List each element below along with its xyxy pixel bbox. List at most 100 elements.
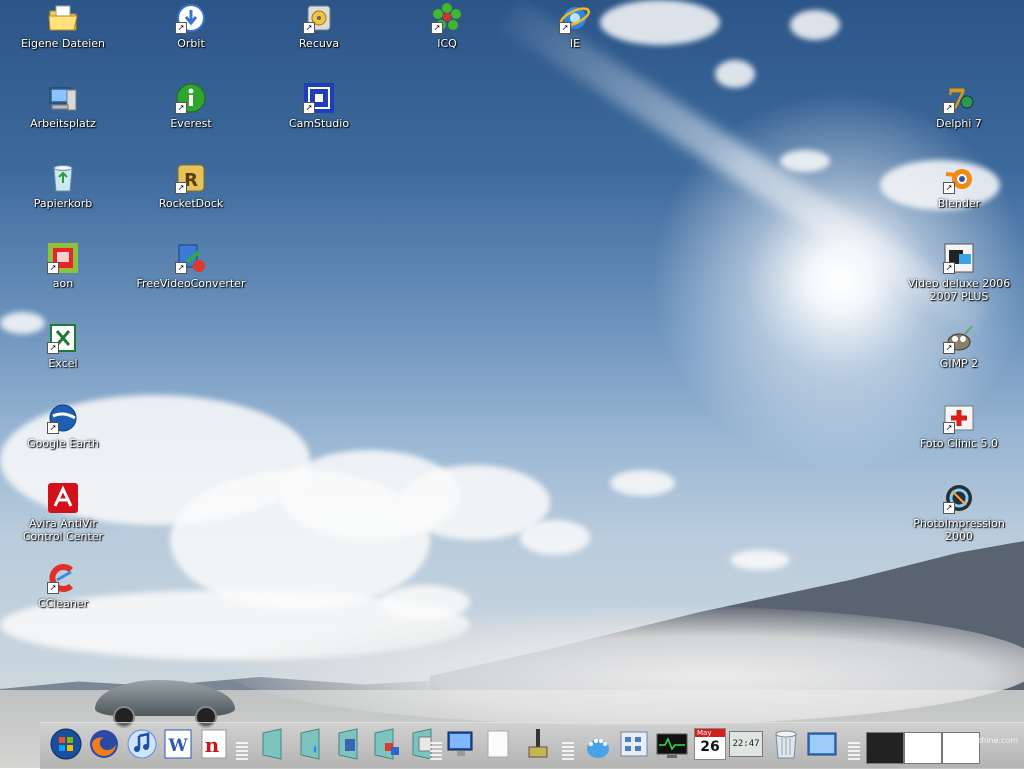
- tool-icon: [528, 729, 548, 758]
- notes-icon: n: [201, 729, 227, 759]
- desktop-icon-rocketdock[interactable]: R ↗ RocketDock: [136, 162, 246, 210]
- cloud: [610, 470, 675, 496]
- shortcut-arrow-icon: ↗: [47, 342, 59, 354]
- dock-itunes[interactable]: [124, 726, 160, 762]
- desktop-icon-camstudio[interactable]: ↗ CamStudio: [264, 82, 374, 130]
- desktop-icon-avira[interactable]: Avira AntiVir Control Center: [8, 482, 118, 543]
- desktop-icon-arbeitsplatz[interactable]: Arbeitsplatz: [8, 82, 118, 130]
- desktop-icon-ccleaner[interactable]: ↗ CCleaner: [8, 562, 118, 610]
- svg-text:W: W: [167, 736, 188, 756]
- desktop-icon-papierkorb[interactable]: Papierkorb: [8, 162, 118, 210]
- firefox-icon: [90, 730, 118, 758]
- desktop-icon-aon[interactable]: ↗ aon: [8, 242, 118, 290]
- recuva-icon: ↗: [303, 2, 335, 34]
- desktop-icon-orbit[interactable]: ↗ Orbit: [136, 2, 246, 50]
- desktop-icon-video-deluxe[interactable]: ↗ Video deluxe 2006 2007 PLUS: [904, 242, 1014, 303]
- google-earth-icon: ↗: [47, 402, 79, 434]
- itunes-icon: [127, 729, 157, 759]
- desktop-icon-foto-clinic[interactable]: ↗ Foto Clinic 5.0: [904, 402, 1014, 450]
- dock-blank-document[interactable]: [480, 726, 516, 762]
- everest-info-icon: ↗: [175, 82, 207, 114]
- dock-task-monitor[interactable]: [654, 726, 690, 762]
- shortcut-arrow-icon: ↗: [303, 102, 315, 114]
- avira-umbrella-icon: [47, 482, 79, 514]
- document-icon: [487, 730, 509, 758]
- desktop-icon-recuva[interactable]: ↗ Recuva: [264, 2, 374, 50]
- shortcut-arrow-icon: ↗: [175, 22, 187, 34]
- desktop-icon-label: Orbit: [177, 37, 205, 50]
- dock-stack-2[interactable]: [294, 726, 330, 762]
- dock-word[interactable]: W: [160, 726, 196, 762]
- calendar-icon: May 26: [694, 728, 726, 760]
- dock-recycle-bin[interactable]: [768, 726, 804, 762]
- desktop-icon-photoimpression[interactable]: ↗ PhotoImpression 2000: [904, 482, 1014, 543]
- shortcut-arrow-icon: ↗: [943, 182, 955, 194]
- trash-icon: [775, 730, 797, 759]
- desktop-icon-freevideoconverter[interactable]: ↗ FreeVideoConverter: [136, 242, 246, 290]
- dock-firefox[interactable]: [86, 726, 122, 762]
- dock-start-button[interactable]: [48, 726, 84, 762]
- delphi-icon: 7 ↗: [943, 82, 975, 114]
- orbit-download-icon: ↗: [175, 2, 207, 34]
- shortcut-arrow-icon: ↗: [175, 262, 187, 274]
- desktop-icon-label: Recuva: [298, 37, 340, 50]
- shortcut-arrow-icon: ↗: [943, 262, 955, 274]
- dock-control-panel[interactable]: [616, 726, 652, 762]
- desktop-icon-ie[interactable]: ↗ IE: [520, 2, 630, 50]
- digital-clock-icon: 22:47: [729, 731, 763, 757]
- dock-clock[interactable]: 22:47: [728, 726, 764, 762]
- desktop-icon-label: FreeVideoConverter: [136, 277, 246, 290]
- dock-stack-3[interactable]: [332, 726, 368, 762]
- shortcut-arrow-icon: ↗: [175, 102, 187, 114]
- windows-orb-icon: [50, 728, 82, 760]
- dock-separator: [562, 742, 574, 762]
- activity-monitor-icon: [656, 733, 688, 758]
- shortcut-arrow-icon: ↗: [943, 102, 955, 114]
- desktop-icon-label: Delphi 7: [936, 117, 982, 130]
- desktop-icon-blender[interactable]: ↗ Blender: [904, 162, 1014, 210]
- stack-folder-icon: [374, 728, 399, 760]
- clock-time-text: 22:47: [732, 739, 760, 749]
- cloud: [715, 60, 755, 88]
- icq-flower-icon: ↗: [431, 2, 463, 34]
- desktop-icon-label: Everest: [170, 117, 212, 130]
- desktop-icon-icq[interactable]: ↗ ICQ: [392, 2, 502, 50]
- foto-clinic-icon: ↗: [943, 402, 975, 434]
- dock-notes-app[interactable]: n: [196, 726, 232, 762]
- monitor-icon: [447, 731, 473, 756]
- cloud: [790, 10, 840, 40]
- camstudio-icon: ↗: [303, 82, 335, 114]
- shortcut-arrow-icon: ↗: [431, 22, 443, 34]
- desktop-icon-label: Blender: [937, 197, 981, 210]
- calendar-month: May: [695, 729, 725, 737]
- desktop-icon-eigene-dateien[interactable]: Eigene Dateien: [8, 2, 118, 50]
- dock-stack-1[interactable]: [256, 726, 292, 762]
- dock-footprint-app[interactable]: [580, 726, 616, 762]
- dock-separator: [848, 742, 860, 762]
- footprint-icon: [587, 739, 609, 758]
- dock-window-thumbnail-1[interactable]: [866, 732, 904, 764]
- desktop-icon-excel[interactable]: ↗ Excel: [8, 322, 118, 370]
- dock-window-thumbnail-2[interactable]: [904, 732, 942, 764]
- desktop-icon-label: ICQ: [437, 37, 457, 50]
- desktop-icon-label: Papierkorb: [33, 197, 93, 210]
- dock-system-tool[interactable]: [520, 726, 556, 762]
- desktop-icon-everest[interactable]: ↗ Everest: [136, 82, 246, 130]
- blender-icon: ↗: [943, 162, 975, 194]
- ccleaner-icon: ↗: [47, 562, 79, 594]
- shortcut-arrow-icon: ↗: [47, 582, 59, 594]
- gimp-icon: ↗: [943, 322, 975, 354]
- desktop-icon-delphi7[interactable]: 7 ↗ Delphi 7: [904, 82, 1014, 130]
- desktop-icon-gimp2[interactable]: ↗ GIMP 2: [904, 322, 1014, 370]
- dock-calendar[interactable]: May 26: [692, 726, 728, 762]
- folder-icon: [47, 2, 79, 34]
- dock-desktop-app[interactable]: [804, 726, 840, 762]
- dock-stack-4[interactable]: [370, 726, 406, 762]
- dock-my-computer[interactable]: [444, 726, 480, 762]
- shortcut-arrow-icon: ↗: [559, 22, 571, 34]
- rocketdock-icon: R ↗: [175, 162, 207, 194]
- video-deluxe-icon: ↗: [943, 242, 975, 274]
- desktop-icon-google-earth[interactable]: ↗ Google Earth: [8, 402, 118, 450]
- calendar-day: 26: [700, 739, 720, 755]
- shortcut-arrow-icon: ↗: [47, 262, 59, 274]
